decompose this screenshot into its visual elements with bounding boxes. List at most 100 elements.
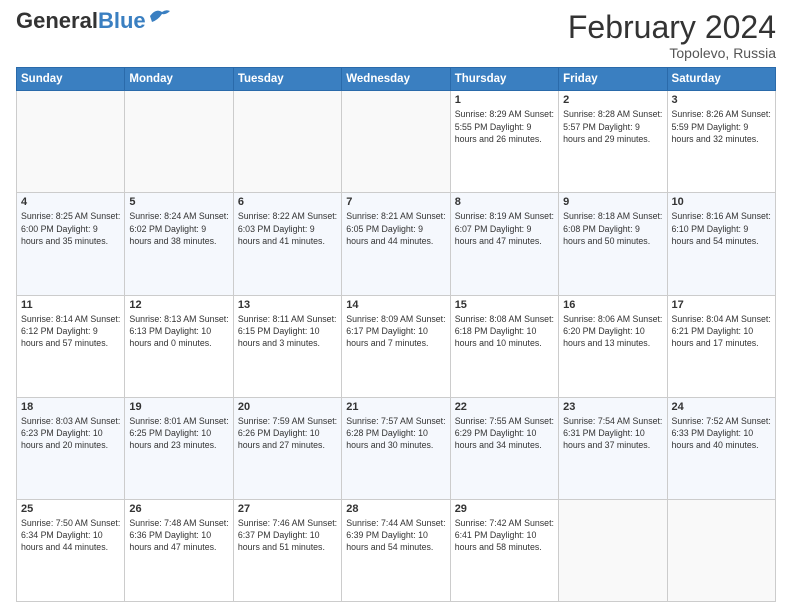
calendar-cell [559,499,667,601]
calendar-cell: 18 Sunrise: 8:03 AM Sunset: 6:23 PM Dayli… [17,397,125,499]
day-info: Sunrise: 7:52 AM Sunset: 6:33 PM Dayligh… [672,415,771,452]
calendar-cell: 6 Sunrise: 8:22 AM Sunset: 6:03 PM Daylig… [233,193,341,295]
calendar-header-row: Sunday Monday Tuesday Wednesday Thursday… [17,68,776,91]
day-number: 22 [455,401,554,413]
col-monday: Monday [125,68,233,91]
day-number: 11 [21,299,120,311]
day-number: 29 [455,503,554,515]
day-info: Sunrise: 8:04 AM Sunset: 6:21 PM Dayligh… [672,313,771,350]
calendar-week-5: 25Sunrise: 7:50 AM Sunset: 6:34 PM Dayli… [17,499,776,601]
day-number: 24 [672,401,771,413]
calendar-cell: 14 Sunrise: 8:09 AM Sunset: 6:17 PM Dayli… [342,295,450,397]
calendar-cell: 29 Sunrise: 7:42 AM Sunset: 6:41 PM Dayli… [450,499,558,601]
day-info: Sunrise: 8:21 AM Sunset: 6:05 PM Dayligh… [346,210,445,247]
day-info: Sunrise: 8:09 AM Sunset: 6:17 PM Dayligh… [346,313,445,350]
col-saturday: Saturday [667,68,775,91]
calendar-cell: 10Sunrise: 8:16 AM Sunset: 6:10 PM Dayli… [667,193,775,295]
calendar-cell: 27 Sunrise: 7:46 AM Sunset: 6:37 PM Dayli… [233,499,341,601]
page: GeneralBlue February 2024 Topolevo, Russ… [0,0,792,612]
col-friday: Friday [559,68,667,91]
calendar-cell: 20 Sunrise: 7:59 AM Sunset: 6:26 PM Dayli… [233,397,341,499]
day-info: Sunrise: 7:59 AM Sunset: 6:26 PM Dayligh… [238,415,337,452]
calendar-cell: 7 Sunrise: 8:21 AM Sunset: 6:05 PM Daylig… [342,193,450,295]
day-info: Sunrise: 7:55 AM Sunset: 6:29 PM Dayligh… [455,415,554,452]
day-info: Sunrise: 8:13 AM Sunset: 6:13 PM Dayligh… [129,313,228,350]
calendar-cell: 22 Sunrise: 7:55 AM Sunset: 6:29 PM Dayli… [450,397,558,499]
day-info: Sunrise: 8:19 AM Sunset: 6:07 PM Dayligh… [455,210,554,247]
calendar-week-4: 18 Sunrise: 8:03 AM Sunset: 6:23 PM Dayli… [17,397,776,499]
calendar-week-2: 4 Sunrise: 8:25 AM Sunset: 6:00 PM Daylig… [17,193,776,295]
day-number: 2 [563,94,662,106]
calendar-cell: 15 Sunrise: 8:08 AM Sunset: 6:18 PM Dayli… [450,295,558,397]
day-info: Sunrise: 8:22 AM Sunset: 6:03 PM Dayligh… [238,210,337,247]
title-month: February 2024 [568,10,776,45]
calendar-cell: 9Sunrise: 8:18 AM Sunset: 6:08 PM Daylig… [559,193,667,295]
day-info: Sunrise: 8:28 AM Sunset: 5:57 PM Dayligh… [563,108,662,145]
day-number: 21 [346,401,445,413]
day-info: Sunrise: 7:57 AM Sunset: 6:28 PM Dayligh… [346,415,445,452]
day-number: 6 [238,196,337,208]
calendar-cell [233,91,341,193]
calendar-cell: 19 Sunrise: 8:01 AM Sunset: 6:25 PM Dayli… [125,397,233,499]
day-info: Sunrise: 8:01 AM Sunset: 6:25 PM Dayligh… [129,415,228,452]
calendar-cell [342,91,450,193]
day-info: Sunrise: 7:48 AM Sunset: 6:36 PM Dayligh… [129,517,228,554]
calendar-week-3: 11 Sunrise: 8:14 AM Sunset: 6:12 PM Dayli… [17,295,776,397]
col-thursday: Thursday [450,68,558,91]
calendar-cell: 3 Sunrise: 8:26 AM Sunset: 5:59 PM Daylig… [667,91,775,193]
calendar-cell: 24 Sunrise: 7:52 AM Sunset: 6:33 PM Dayli… [667,397,775,499]
day-info: Sunrise: 8:18 AM Sunset: 6:08 PM Dayligh… [563,210,662,247]
calendar-cell: 23 Sunrise: 7:54 AM Sunset: 6:31 PM Dayli… [559,397,667,499]
day-info: Sunrise: 7:46 AM Sunset: 6:37 PM Dayligh… [238,517,337,554]
calendar-cell: 12 Sunrise: 8:13 AM Sunset: 6:13 PM Dayli… [125,295,233,397]
calendar-cell: 8 Sunrise: 8:19 AM Sunset: 6:07 PM Daylig… [450,193,558,295]
calendar-cell: 25Sunrise: 7:50 AM Sunset: 6:34 PM Dayli… [17,499,125,601]
calendar-cell [17,91,125,193]
logo-text: GeneralBlue [16,10,146,32]
day-info: Sunrise: 8:11 AM Sunset: 6:15 PM Dayligh… [238,313,337,350]
day-info: Sunrise: 8:24 AM Sunset: 6:02 PM Dayligh… [129,210,228,247]
calendar-cell: 13 Sunrise: 8:11 AM Sunset: 6:15 PM Dayli… [233,295,341,397]
day-number: 7 [346,196,445,208]
day-number: 27 [238,503,337,515]
day-info: Sunrise: 8:08 AM Sunset: 6:18 PM Dayligh… [455,313,554,350]
day-number: 14 [346,299,445,311]
day-number: 23 [563,401,662,413]
calendar-cell: 26 Sunrise: 7:48 AM Sunset: 6:36 PM Dayli… [125,499,233,601]
title-block: February 2024 Topolevo, Russia [568,10,776,61]
day-number: 8 [455,196,554,208]
calendar-cell: 2 Sunrise: 8:28 AM Sunset: 5:57 PM Daylig… [559,91,667,193]
calendar-cell: 16Sunrise: 8:06 AM Sunset: 6:20 PM Dayli… [559,295,667,397]
day-info: Sunrise: 8:25 AM Sunset: 6:00 PM Dayligh… [21,210,120,247]
day-number: 3 [672,94,771,106]
day-info: Sunrise: 7:42 AM Sunset: 6:41 PM Dayligh… [455,517,554,554]
day-number: 18 [21,401,120,413]
day-info: Sunrise: 8:29 AM Sunset: 5:55 PM Dayligh… [455,108,554,145]
col-wednesday: Wednesday [342,68,450,91]
day-number: 15 [455,299,554,311]
title-location: Topolevo, Russia [568,45,776,61]
col-sunday: Sunday [17,68,125,91]
calendar-cell: 5 Sunrise: 8:24 AM Sunset: 6:02 PM Daylig… [125,193,233,295]
day-number: 19 [129,401,228,413]
calendar-cell: 28Sunrise: 7:44 AM Sunset: 6:39 PM Dayli… [342,499,450,601]
day-number: 4 [21,196,120,208]
calendar-cell [667,499,775,601]
day-number: 26 [129,503,228,515]
day-info: Sunrise: 7:44 AM Sunset: 6:39 PM Dayligh… [346,517,445,554]
calendar-cell: 1Sunrise: 8:29 AM Sunset: 5:55 PM Daylig… [450,91,558,193]
day-info: Sunrise: 8:16 AM Sunset: 6:10 PM Dayligh… [672,210,771,247]
day-number: 20 [238,401,337,413]
calendar-table: Sunday Monday Tuesday Wednesday Thursday… [16,67,776,602]
day-info: Sunrise: 8:26 AM Sunset: 5:59 PM Dayligh… [672,108,771,145]
day-number: 5 [129,196,228,208]
day-info: Sunrise: 7:54 AM Sunset: 6:31 PM Dayligh… [563,415,662,452]
day-info: Sunrise: 8:03 AM Sunset: 6:23 PM Dayligh… [21,415,120,452]
day-info: Sunrise: 8:14 AM Sunset: 6:12 PM Dayligh… [21,313,120,350]
day-number: 25 [21,503,120,515]
day-number: 12 [129,299,228,311]
logo-bird-icon [148,8,172,26]
day-number: 13 [238,299,337,311]
header: GeneralBlue February 2024 Topolevo, Russ… [16,10,776,61]
col-tuesday: Tuesday [233,68,341,91]
